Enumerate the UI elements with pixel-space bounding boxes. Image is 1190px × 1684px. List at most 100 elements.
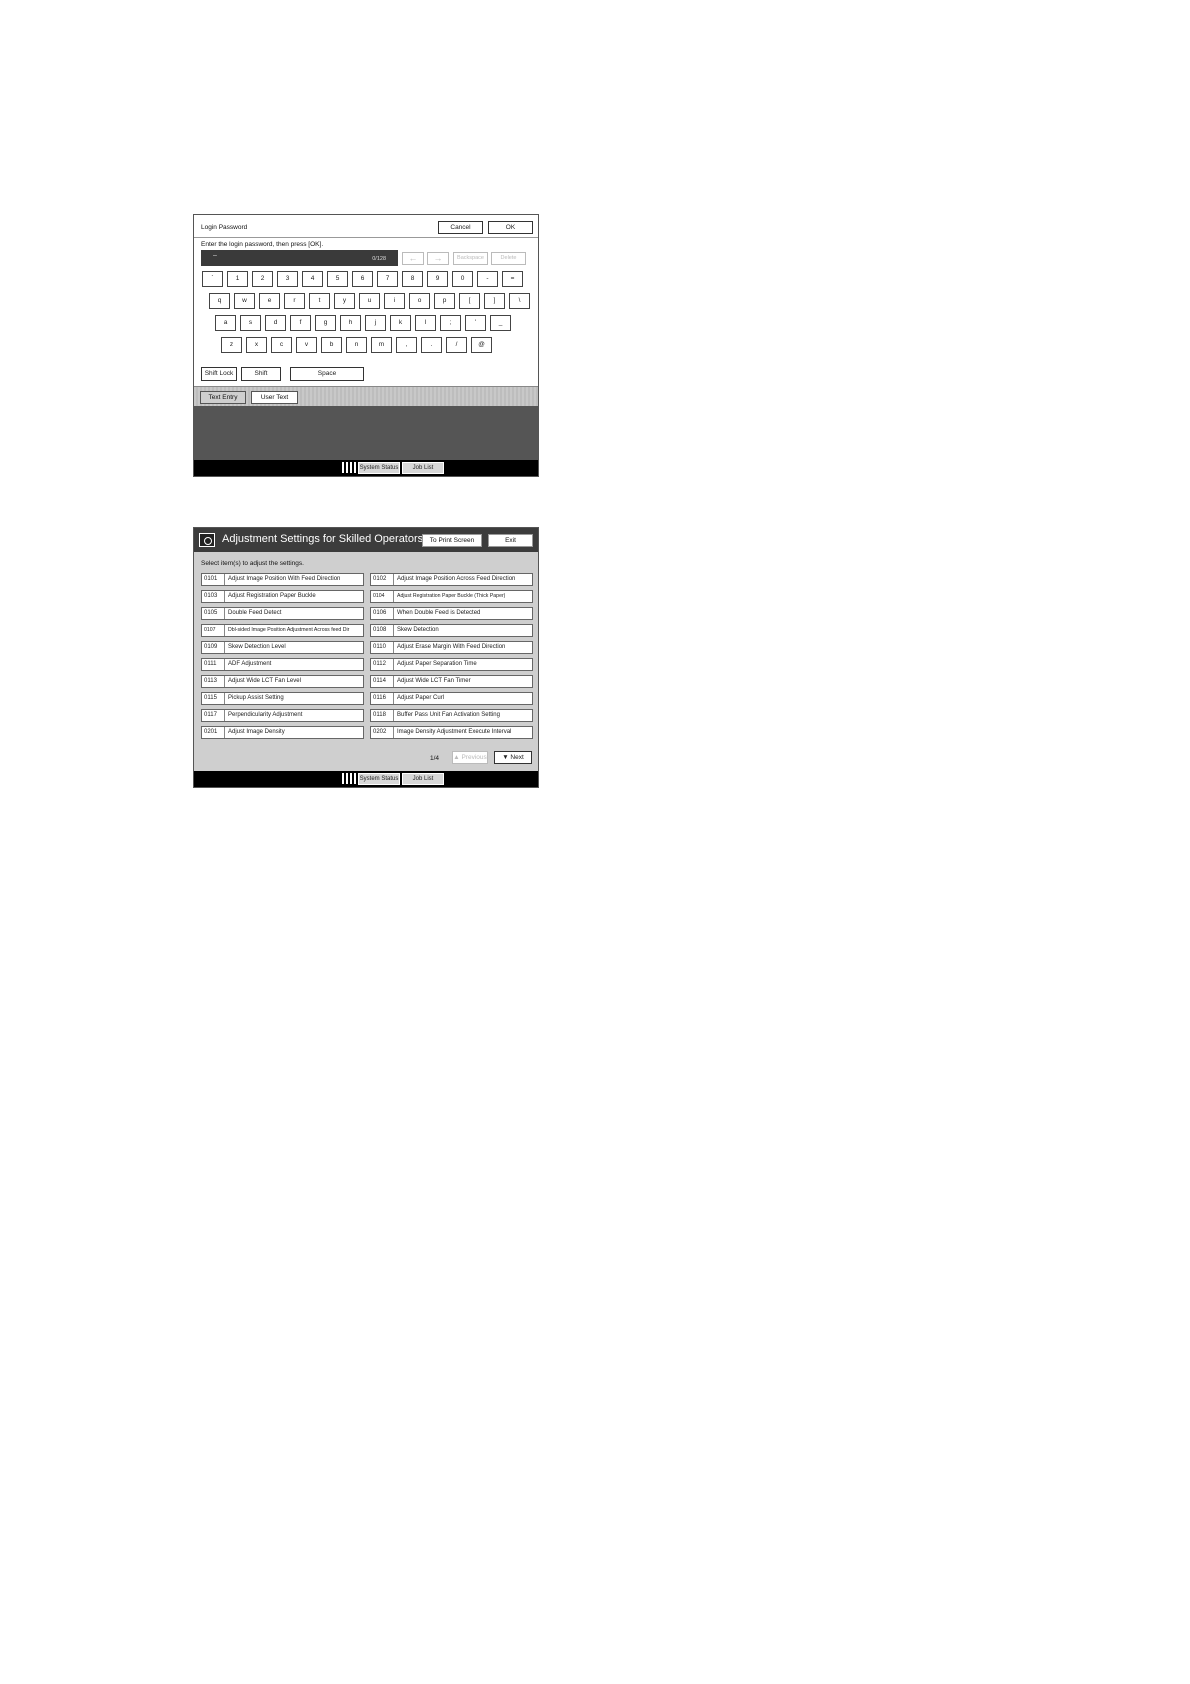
key[interactable]: 8 [402,271,423,287]
camera-icon [199,533,215,547]
ok-button[interactable]: OK [488,221,533,234]
key[interactable]: x [246,337,267,353]
setting-item[interactable]: 0110 Adjust Erase Margin With Feed Direct… [370,641,533,654]
setting-item[interactable]: 0111 ADF Adjustment [201,658,364,671]
key[interactable]: 6 [352,271,373,287]
item-code: 0110 [371,642,394,653]
key[interactable]: r [284,293,305,309]
system-status-button[interactable]: System Status [358,462,400,474]
key[interactable]: b [321,337,342,353]
exit-button[interactable]: Exit [488,534,533,547]
key[interactable]: 1 [227,271,248,287]
setting-item[interactable]: 0118 Buffer Pass Unit Fan Activation Sett… [370,709,533,722]
shift-lock-button[interactable]: Shift Lock [201,367,237,381]
key[interactable]: k [390,315,411,331]
key[interactable]: = [502,271,523,287]
setting-item[interactable]: 0105 Double Feed Detect [201,607,364,620]
key[interactable]: [ [459,293,480,309]
setting-item[interactable]: 0108 Skew Detection [370,624,533,637]
key[interactable]: ] [484,293,505,309]
key[interactable]: _ [490,315,511,331]
job-list-button[interactable]: Job List [402,462,444,474]
item-label: Adjust Image Position With Feed Directio… [228,576,341,582]
setting-item[interactable]: 0106 When Double Feed is Detected [370,607,533,620]
key[interactable]: 3 [277,271,298,287]
status-bar: System Status Job List [194,771,538,787]
password-input[interactable]: – 0/128 [201,250,398,266]
key[interactable]: 0 [452,271,473,287]
system-status-button[interactable]: System Status [358,773,400,785]
keyboard-row-4: z x c v b n m , . / @ [221,337,492,353]
setting-item[interactable]: 0202 Image Density Adjustment Execute Int… [370,726,533,739]
key[interactable]: a [215,315,236,331]
key[interactable]: g [315,315,336,331]
cursor-left-button[interactable]: ← [402,252,424,265]
shift-button[interactable]: Shift [241,367,281,381]
key[interactable]: ; [440,315,461,331]
key[interactable]: \ [509,293,530,309]
key[interactable]: z [221,337,242,353]
key[interactable]: / [446,337,467,353]
key[interactable]: @ [471,337,492,353]
previous-page-button[interactable]: ▲ Previous [452,751,488,764]
setting-item[interactable]: 0102 Adjust Image Position Across Feed Di… [370,573,533,586]
key[interactable]: 9 [427,271,448,287]
key[interactable]: 4 [302,271,323,287]
next-page-button[interactable]: ▼ Next [494,751,532,764]
char-counter: 0/128 [372,256,386,262]
key[interactable]: c [271,337,292,353]
tab-user-text[interactable]: User Text [251,391,298,404]
key[interactable]: w [234,293,255,309]
key[interactable]: , [396,337,417,353]
key[interactable]: n [346,337,367,353]
key[interactable]: i [384,293,405,309]
key[interactable]: p [434,293,455,309]
key[interactable]: u [359,293,380,309]
cursor-right-button[interactable]: → [427,252,449,265]
setting-item[interactable]: 0115 Pickup Assist Setting [201,692,364,705]
key[interactable]: t [309,293,330,309]
key[interactable]: h [340,315,361,331]
key[interactable]: s [240,315,261,331]
setting-item[interactable]: 0101 Adjust Image Position With Feed Dire… [201,573,364,586]
key[interactable]: . [421,337,442,353]
key[interactable]: ' [465,315,486,331]
key[interactable]: - [477,271,498,287]
cancel-button[interactable]: Cancel [438,221,483,234]
key[interactable]: o [409,293,430,309]
key[interactable]: 2 [252,271,273,287]
key[interactable]: f [290,315,311,331]
delete-button[interactable]: Delete [491,252,526,265]
key[interactable]: 7 [377,271,398,287]
instruction-text: Enter the login password, then press [OK… [201,241,324,248]
setting-item[interactable]: 0103 Adjust Registration Paper Buckle [201,590,364,603]
key[interactable]: 5 [327,271,348,287]
space-button[interactable]: Space [290,367,364,381]
job-list-button[interactable]: Job List [402,773,444,785]
setting-item[interactable]: 0117 Perpendicularity Adjustment [201,709,364,722]
key[interactable]: y [334,293,355,309]
backspace-button[interactable]: Backspace [453,252,488,265]
item-label: Skew Detection Level [228,644,286,650]
setting-item[interactable]: 0107 Dbl-sided Image Position Adjustment … [201,624,364,637]
setting-item[interactable]: 0104 Adjust Registration Paper Buckle (Th… [370,590,533,603]
to-print-screen-button[interactable]: To Print Screen [422,534,482,547]
key[interactable]: v [296,337,317,353]
key[interactable]: ` [202,271,223,287]
setting-item[interactable]: 0114 Adjust Wide LCT Fan Timer [370,675,533,688]
setting-item[interactable]: 0113 Adjust Wide LCT Fan Level [201,675,364,688]
adjustment-settings-panel: Adjustment Settings for Skilled Operator… [193,527,539,788]
key[interactable]: m [371,337,392,353]
setting-item[interactable]: 0112 Adjust Paper Separation Time [370,658,533,671]
setting-item[interactable]: 0116 Adjust Paper Curl [370,692,533,705]
setting-item[interactable]: 0201 Adjust Image Density [201,726,364,739]
item-label: Adjust Paper Curl [397,695,445,701]
key[interactable]: j [365,315,386,331]
item-label: Adjust Paper Separation Time [397,661,477,667]
key[interactable]: d [265,315,286,331]
setting-item[interactable]: 0109 Skew Detection Level [201,641,364,654]
key[interactable]: e [259,293,280,309]
key[interactable]: q [209,293,230,309]
tab-text-entry[interactable]: Text Entry [200,391,246,404]
key[interactable]: l [415,315,436,331]
